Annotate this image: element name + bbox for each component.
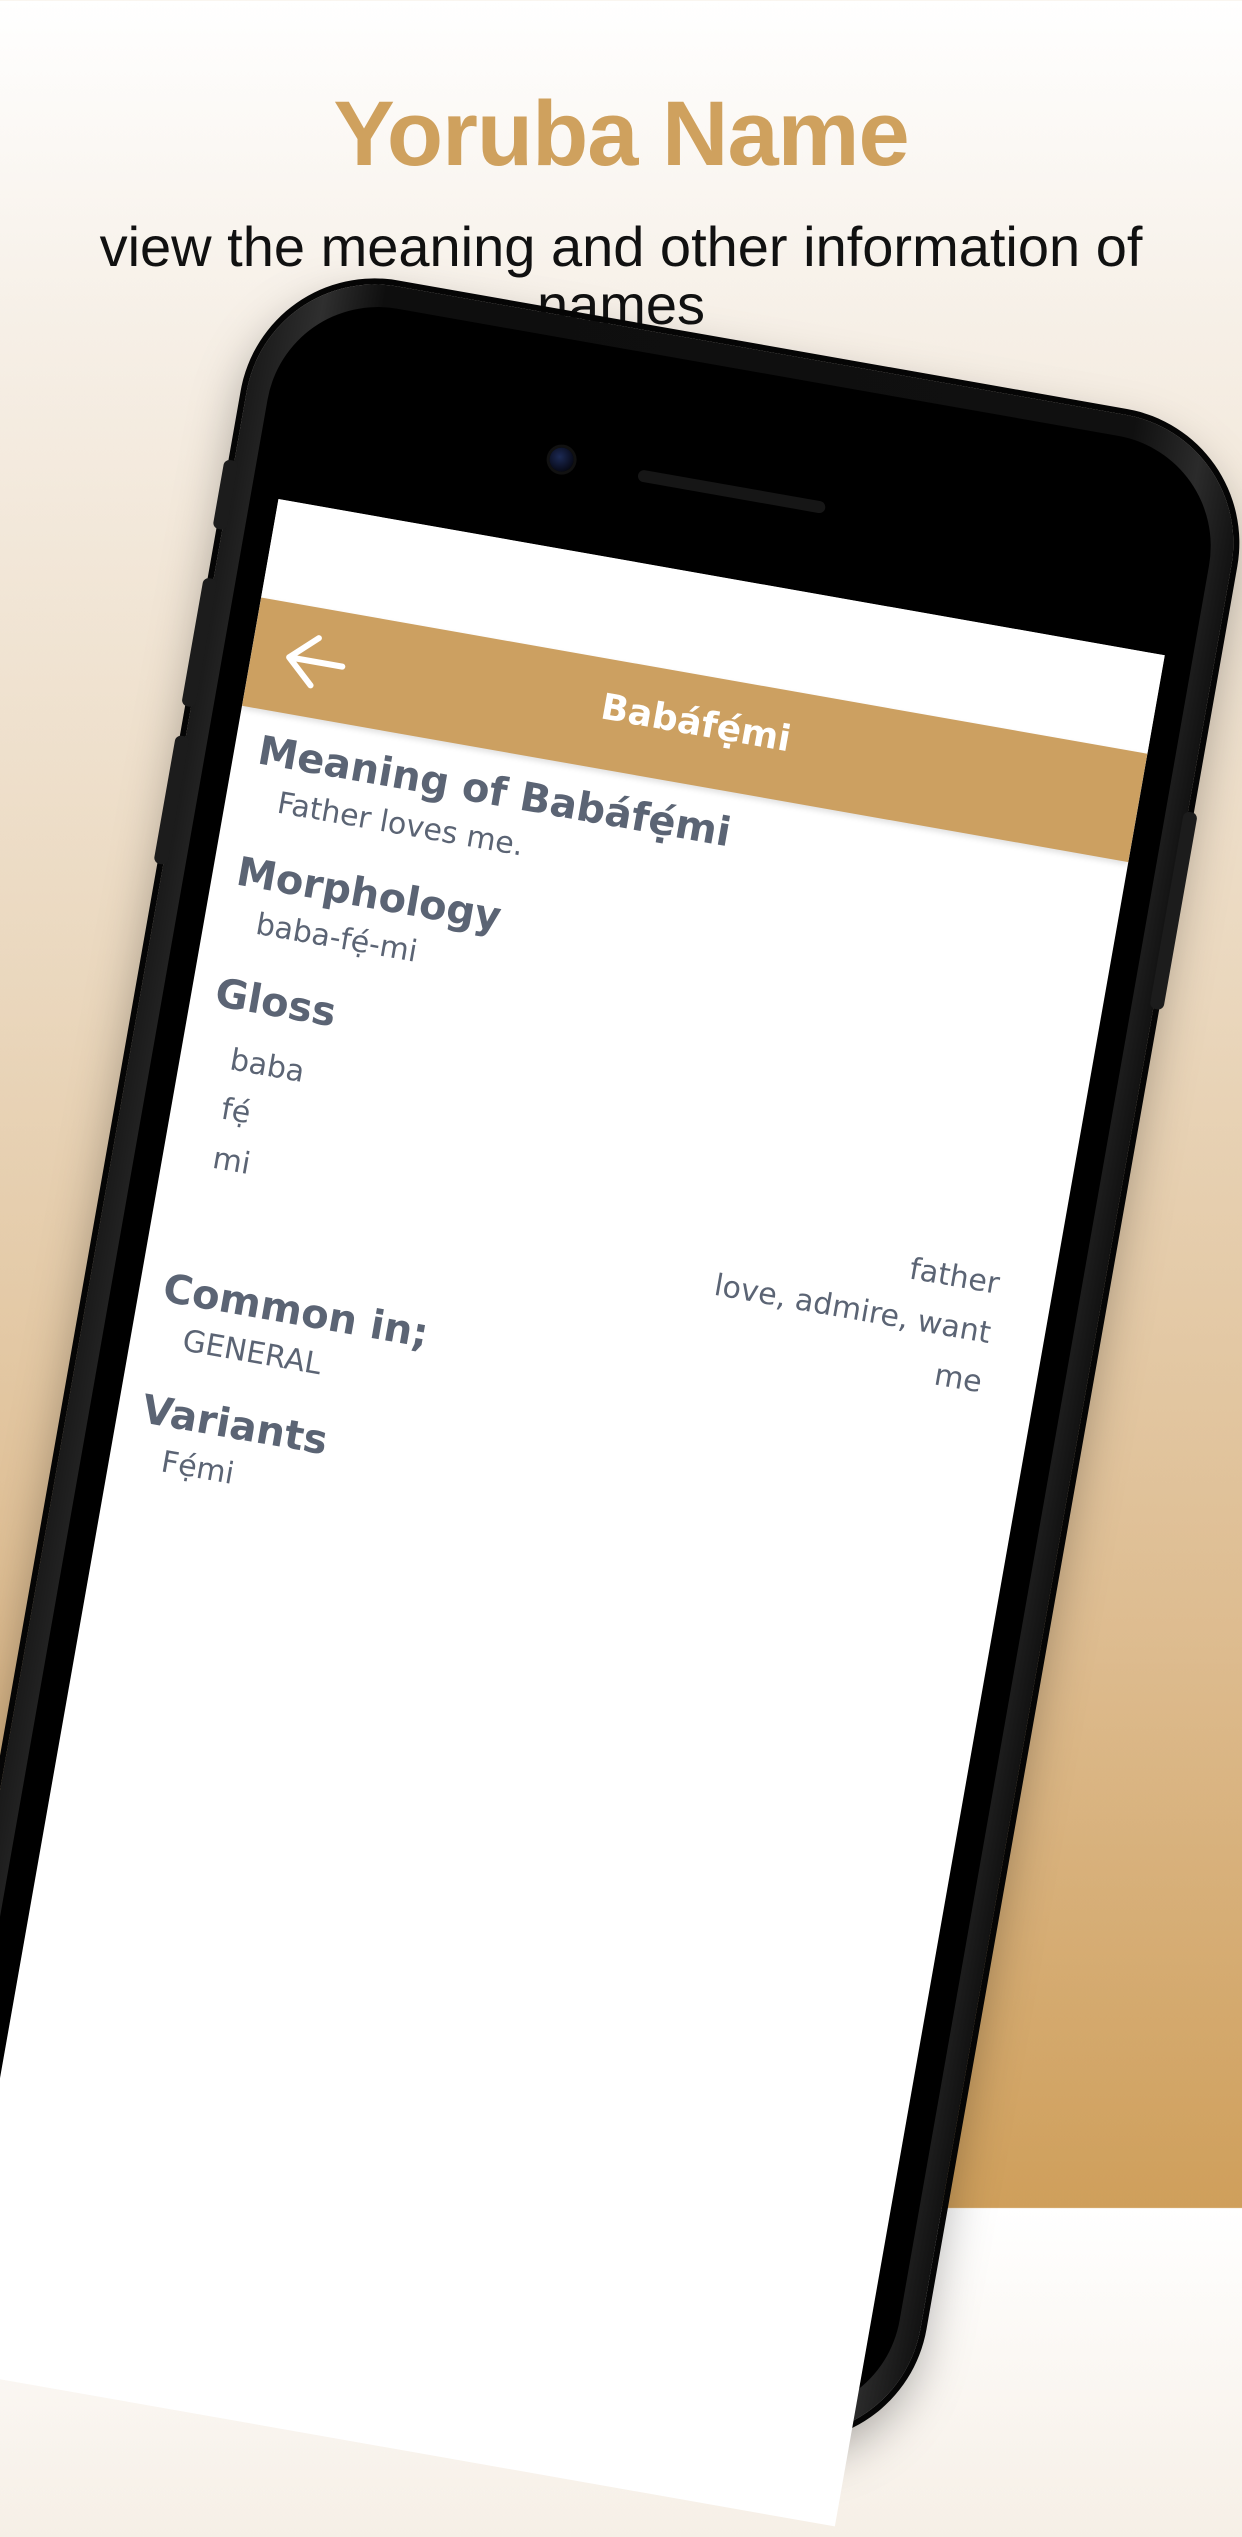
promo-title: Yoruba Name: [333, 83, 909, 185]
phone-mockup: Babáfẹ́mi Meaning of Babáfẹ́mi Father lo…: [0, 263, 1242, 2527]
gloss-words-list: baba fẹ́ mi: [209, 1036, 309, 1197]
promo-subtitle: view the meaning and other information o…: [99, 215, 1143, 336]
name-details: Meaning of Babáfẹ́mi Father loves me. Mo…: [107, 706, 1128, 1626]
